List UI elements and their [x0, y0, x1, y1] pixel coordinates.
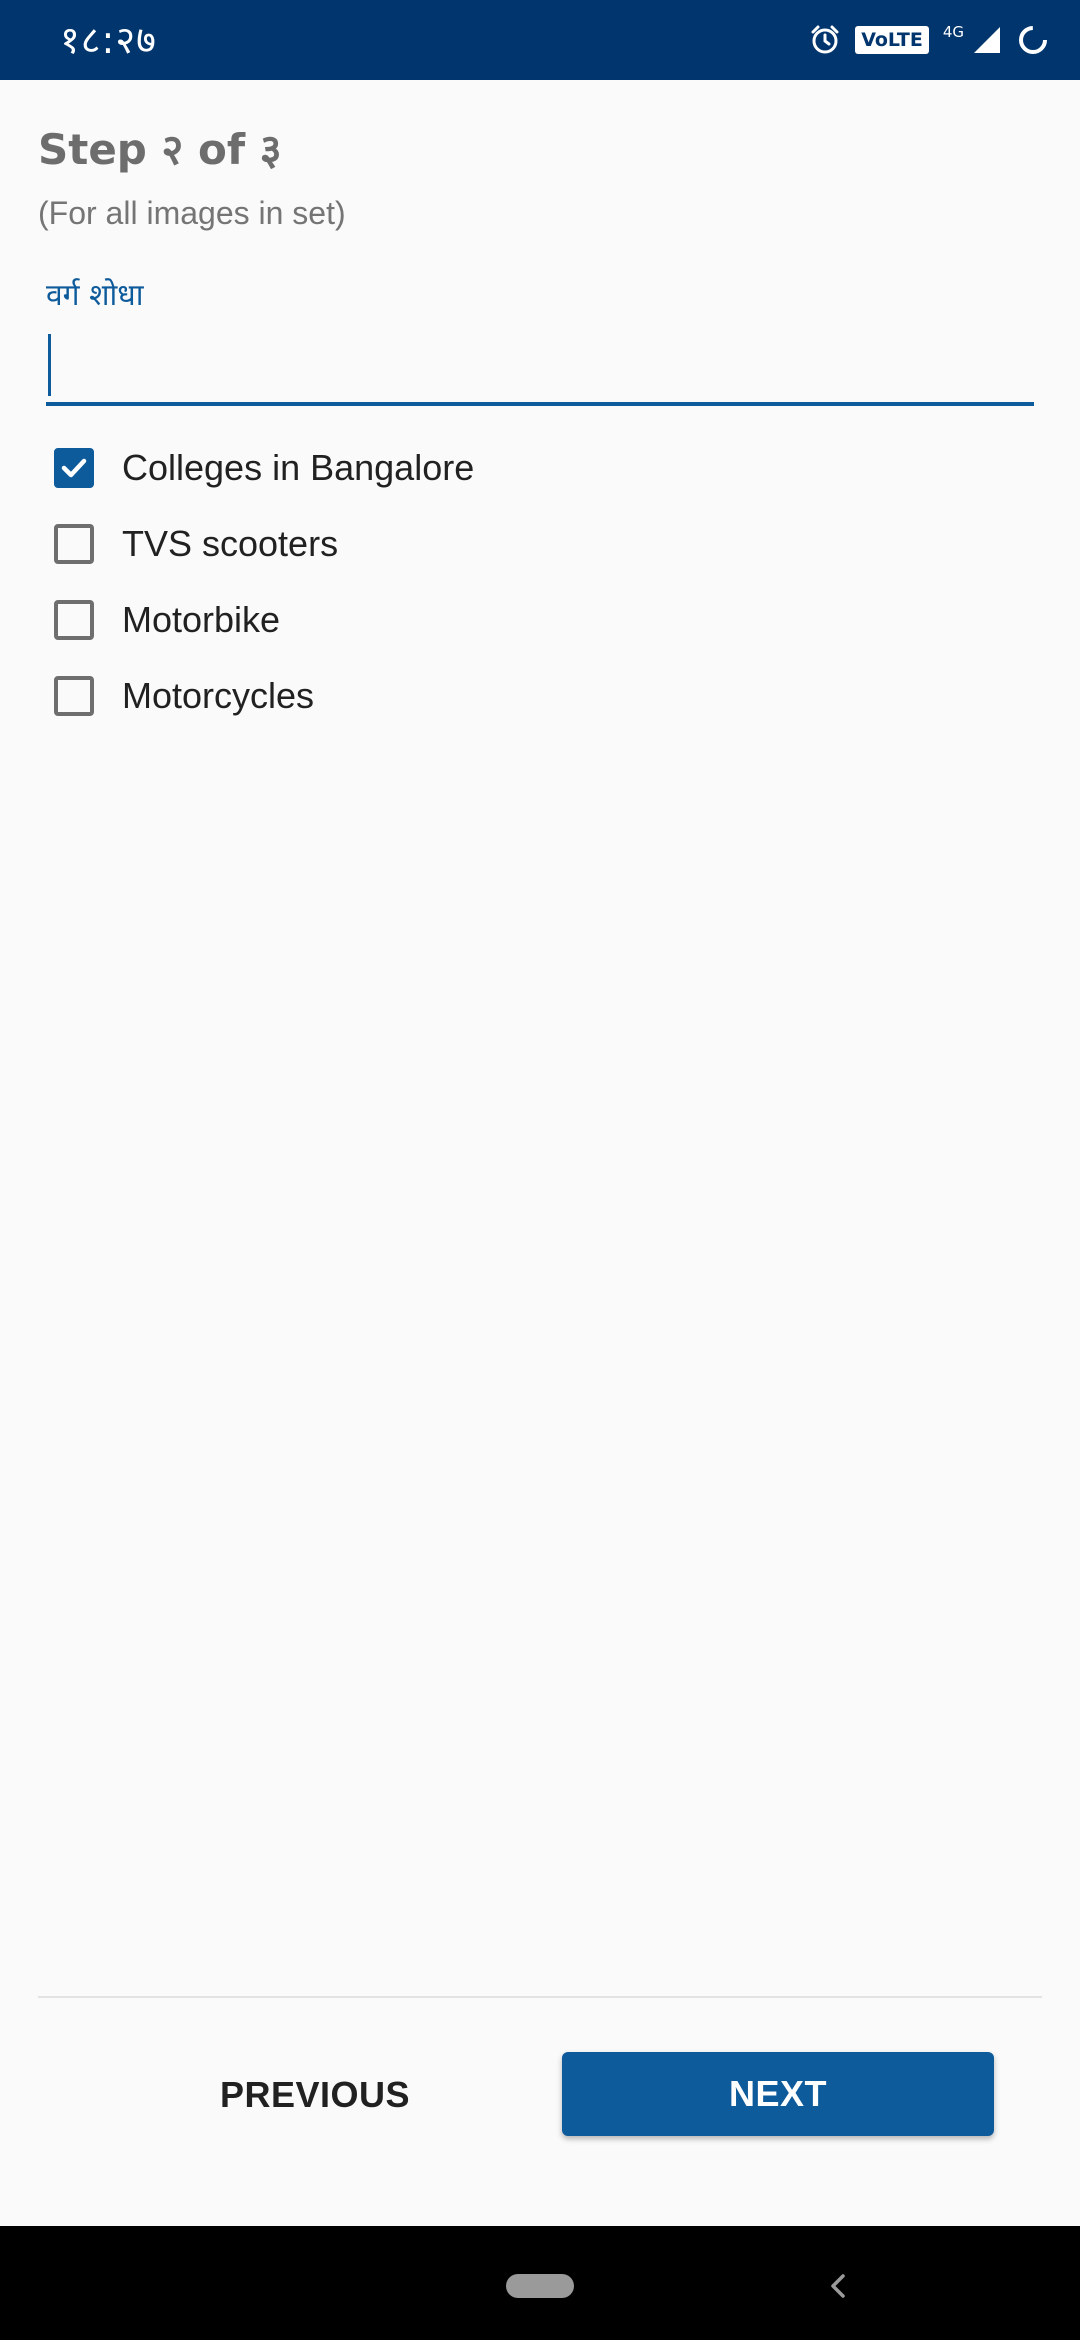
footer-divider — [38, 1996, 1042, 1998]
checkbox-unchecked[interactable] — [54, 600, 94, 640]
checkbox-checked[interactable] — [54, 448, 94, 488]
network-type: 4G — [942, 23, 964, 41]
previous-button[interactable]: PREVIOUS — [160, 2054, 470, 2136]
category-search-input[interactable] — [46, 330, 1034, 406]
step-subtitle: (For all images in set) — [38, 195, 346, 231]
category-item[interactable]: Colleges in Bangalore — [50, 430, 1010, 506]
category-label: Colleges in Bangalore — [122, 447, 475, 488]
category-item[interactable]: Motorcycles — [50, 658, 1010, 734]
home-pill-icon[interactable] — [506, 2274, 574, 2298]
battery-icon — [1016, 23, 1050, 57]
checkbox-unchecked[interactable] — [54, 676, 94, 716]
category-list: Colleges in Bangalore TVS scooters Motor… — [50, 430, 1010, 734]
status-bar: १८:२७ VoLTE 4G — [0, 0, 1080, 80]
back-icon[interactable] — [826, 2270, 850, 2307]
category-item[interactable]: Motorbike — [50, 582, 1010, 658]
volte-icon: VoLTE — [855, 26, 929, 54]
category-item[interactable]: TVS scooters — [50, 506, 1010, 582]
category-label: Motorcycles — [122, 675, 315, 716]
category-label: Motorbike — [122, 599, 281, 640]
signal-icon — [972, 25, 1002, 55]
step-title: Step २ of ३ — [38, 125, 282, 174]
status-time: १८:२७ — [60, 18, 157, 62]
text-cursor — [48, 334, 51, 396]
search-label: वर्ग शोधा — [46, 278, 144, 313]
category-label: TVS scooters — [122, 523, 339, 564]
next-button[interactable]: NEXT — [562, 2052, 994, 2136]
status-icons: VoLTE 4G — [809, 20, 1050, 60]
checkbox-unchecked[interactable] — [54, 524, 94, 564]
check-icon — [61, 458, 87, 478]
alarm-icon — [809, 24, 841, 56]
navigation-bar — [0, 2226, 1080, 2340]
